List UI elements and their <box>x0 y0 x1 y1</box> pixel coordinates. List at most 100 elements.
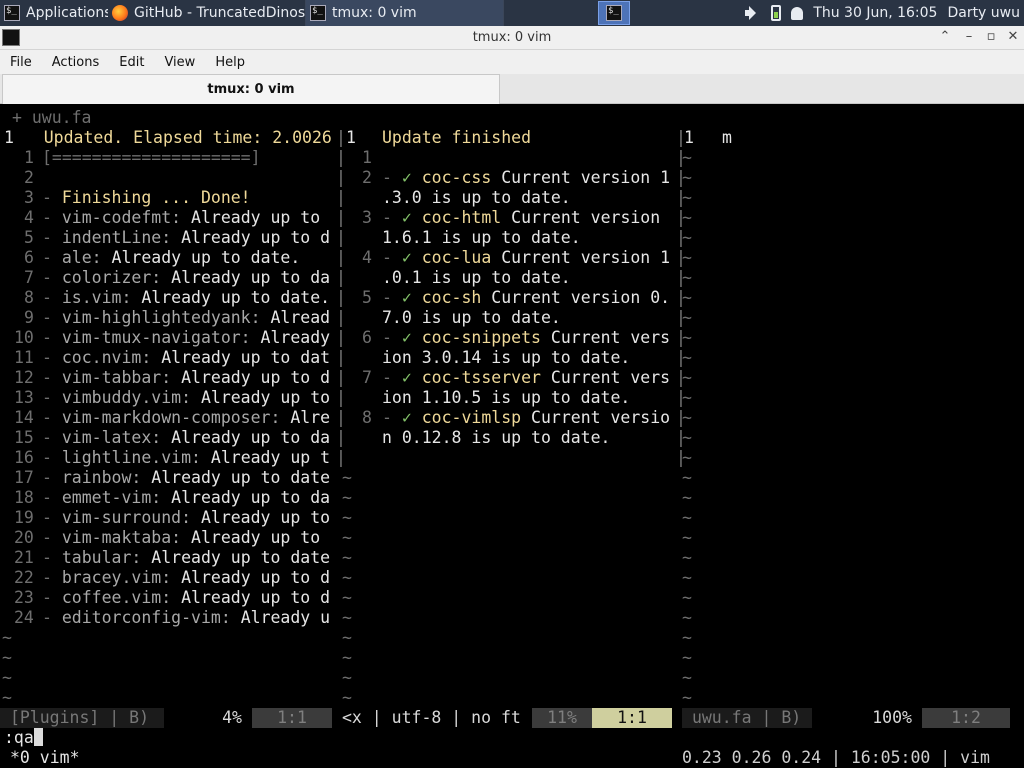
pane-separator: | <box>336 268 346 287</box>
tilde-marker: ~ <box>682 168 692 187</box>
plugin-line-number: 19 <box>14 508 34 527</box>
coc-update-line: - ✓ coc-css Current version 1 <box>382 168 671 187</box>
plugin-line: - tabular: Already up to date <box>42 548 331 567</box>
plugin-line: - vim-latex: Already up to da <box>42 428 331 447</box>
tilde-marker: ~ <box>342 548 352 567</box>
menu-file[interactable]: File <box>0 55 42 70</box>
tilde-marker: ~ <box>342 688 352 707</box>
buffer-name: + uwu.fa <box>12 108 92 127</box>
plugin-line-number: 7 <box>24 268 34 287</box>
tilde-marker: ~ <box>342 488 352 507</box>
pane-separator: | <box>336 208 346 227</box>
terminal-icon <box>310 5 326 21</box>
tilde-marker: ~ <box>682 348 692 367</box>
clock[interactable]: Thu 30 Jun, 16:05 <box>813 5 937 21</box>
plugin-line: - vim-tabbar: Already up to d <box>42 368 331 387</box>
plugin-line-number: 23 <box>14 588 34 607</box>
tilde-marker: ~ <box>682 488 692 507</box>
coc-update-line-cont: 7.0 is up to date. <box>382 308 561 327</box>
statusline-left-pos: 1:1 <box>252 708 332 728</box>
plugin-line-number: 5 <box>24 228 34 247</box>
applications-menu-button[interactable]: Applications ☰ <box>0 0 108 26</box>
volume-icon[interactable] <box>745 6 761 20</box>
tilde-marker: ~ <box>342 508 352 527</box>
menu-edit[interactable]: Edit <box>109 55 154 70</box>
minimize-button[interactable]: – <box>960 29 978 47</box>
window-titlebar[interactable]: tmux: 0 vim ⌃ – ▫ ✕ <box>0 26 1024 50</box>
left-line-1: 1 Updated. Elapsed time: 2.0026 <box>4 128 332 147</box>
update-finished-title: Update finished <box>382 128 532 147</box>
plugin-line: - vim-maktaba: Already up to <box>42 528 331 547</box>
tilde-marker: ~ <box>682 548 692 567</box>
plugin-line-number: 11 <box>14 348 34 367</box>
taskbar-item-firefox[interactable]: GitHub - TruncatedDinos... <box>108 0 306 26</box>
left-line-1-rnum: 1 <box>346 128 356 147</box>
tilde-marker: ~ <box>342 568 352 587</box>
vim-cmdline[interactable]: :qa <box>4 728 43 748</box>
plugin-line-number: 14 <box>14 408 34 427</box>
tilde-marker: ~ <box>342 528 352 547</box>
pane-separator: | <box>336 168 346 187</box>
coc-update-line-cont: ion 1.10.5 is up to date. <box>382 388 631 407</box>
statusline-left-name: [Plugins] | B) <box>0 708 164 728</box>
user-name[interactable]: Darty uwu <box>947 5 1020 21</box>
tilde-marker: ~ <box>682 508 692 527</box>
tilde-marker: ~ <box>682 688 692 707</box>
statusline-mid-info: <x | utf-8 | no ft <box>342 708 521 727</box>
plugin-line-number: 10 <box>14 328 34 347</box>
menu-bar: File Actions Edit View Help <box>0 50 1024 74</box>
tilde-marker: ~ <box>342 648 352 667</box>
notification-bell-icon[interactable] <box>791 6 804 20</box>
menu-help[interactable]: Help <box>205 55 255 70</box>
plugin-line: - vimbuddy.vim: Already up to <box>42 388 331 407</box>
menu-view[interactable]: View <box>154 55 205 70</box>
taskbar-item-label: tmux: 0 vim <box>332 5 417 21</box>
tab-bar: tmux: 0 vim <box>0 74 1024 104</box>
pane-separator: | <box>336 148 346 167</box>
tilde-marker: ~ <box>682 268 692 287</box>
taskbar-item-terminal[interactable]: tmux: 0 vim <box>306 0 504 26</box>
plugin-line: - coc.nvim: Already up to dat <box>42 348 331 367</box>
plugin-line-number: 8 <box>24 288 34 307</box>
tilde-marker: ~ <box>682 288 692 307</box>
tmux-window-label[interactable]: *0 vim* <box>10 748 80 768</box>
statusline-mid-pct: 11% <box>532 708 592 728</box>
coc-update-line: - ✓ coc-snippets Current vers <box>382 328 671 347</box>
coc-update-line-cont: n 0.12.8 is up to date. <box>382 428 611 447</box>
plugin-line: - emmet-vim: Already up to da <box>42 488 331 507</box>
battery-icon[interactable] <box>771 5 782 21</box>
plugin-line-number: 16 <box>14 448 34 467</box>
progress-bar: [====================] <box>42 148 261 167</box>
terminal-area[interactable]: + uwu.fa 1 Updated. Elapsed time: 2.0026… <box>0 104 1024 768</box>
left-line-3-num: 2 <box>24 168 34 187</box>
tilde-marker: ~ <box>342 608 352 627</box>
tilde-marker: ~ <box>682 308 692 327</box>
maximize-button[interactable]: ▫ <box>982 29 1000 47</box>
pane-separator: | <box>336 428 346 447</box>
plugin-line: - vim-markdown-composer: Alre <box>42 408 331 427</box>
pane-separator: | <box>336 248 346 267</box>
chevron-up-icon[interactable]: ⌃ <box>936 29 954 47</box>
tilde-marker: ~ <box>682 568 692 587</box>
middle-line-1-num: 1 <box>362 148 372 167</box>
menu-actions[interactable]: Actions <box>42 55 110 70</box>
plugin-line-number: 21 <box>14 548 34 567</box>
tab-tmux[interactable]: tmux: 0 vim <box>2 74 500 104</box>
plugin-line-number: 6 <box>24 248 34 267</box>
tilde-marker: ~ <box>682 448 692 467</box>
workspace-switcher[interactable] <box>598 1 630 25</box>
close-icon[interactable]: ✕ <box>1004 29 1022 47</box>
cursor <box>33 728 43 746</box>
pane-separator: | <box>336 128 346 147</box>
plugin-line: - rainbow: Already up to date <box>42 468 331 487</box>
plugin-line: - coffee.vim: Already up to d <box>42 588 331 607</box>
coc-update-line: - ✓ coc-sh Current version 0. <box>382 288 671 307</box>
pane-separator: | <box>336 408 346 427</box>
pane-separator: | <box>336 188 346 207</box>
plugin-line-number: 15 <box>14 428 34 447</box>
tilde-marker: ~ <box>682 188 692 207</box>
tilde-marker: ~ <box>2 628 12 647</box>
coc-update-line-cont: .3.0 is up to date. <box>382 188 571 207</box>
coc-update-line: - ✓ coc-tsserver Current vers <box>382 368 671 387</box>
coc-update-line-cont: 1.6.1 is up to date. <box>382 228 581 247</box>
